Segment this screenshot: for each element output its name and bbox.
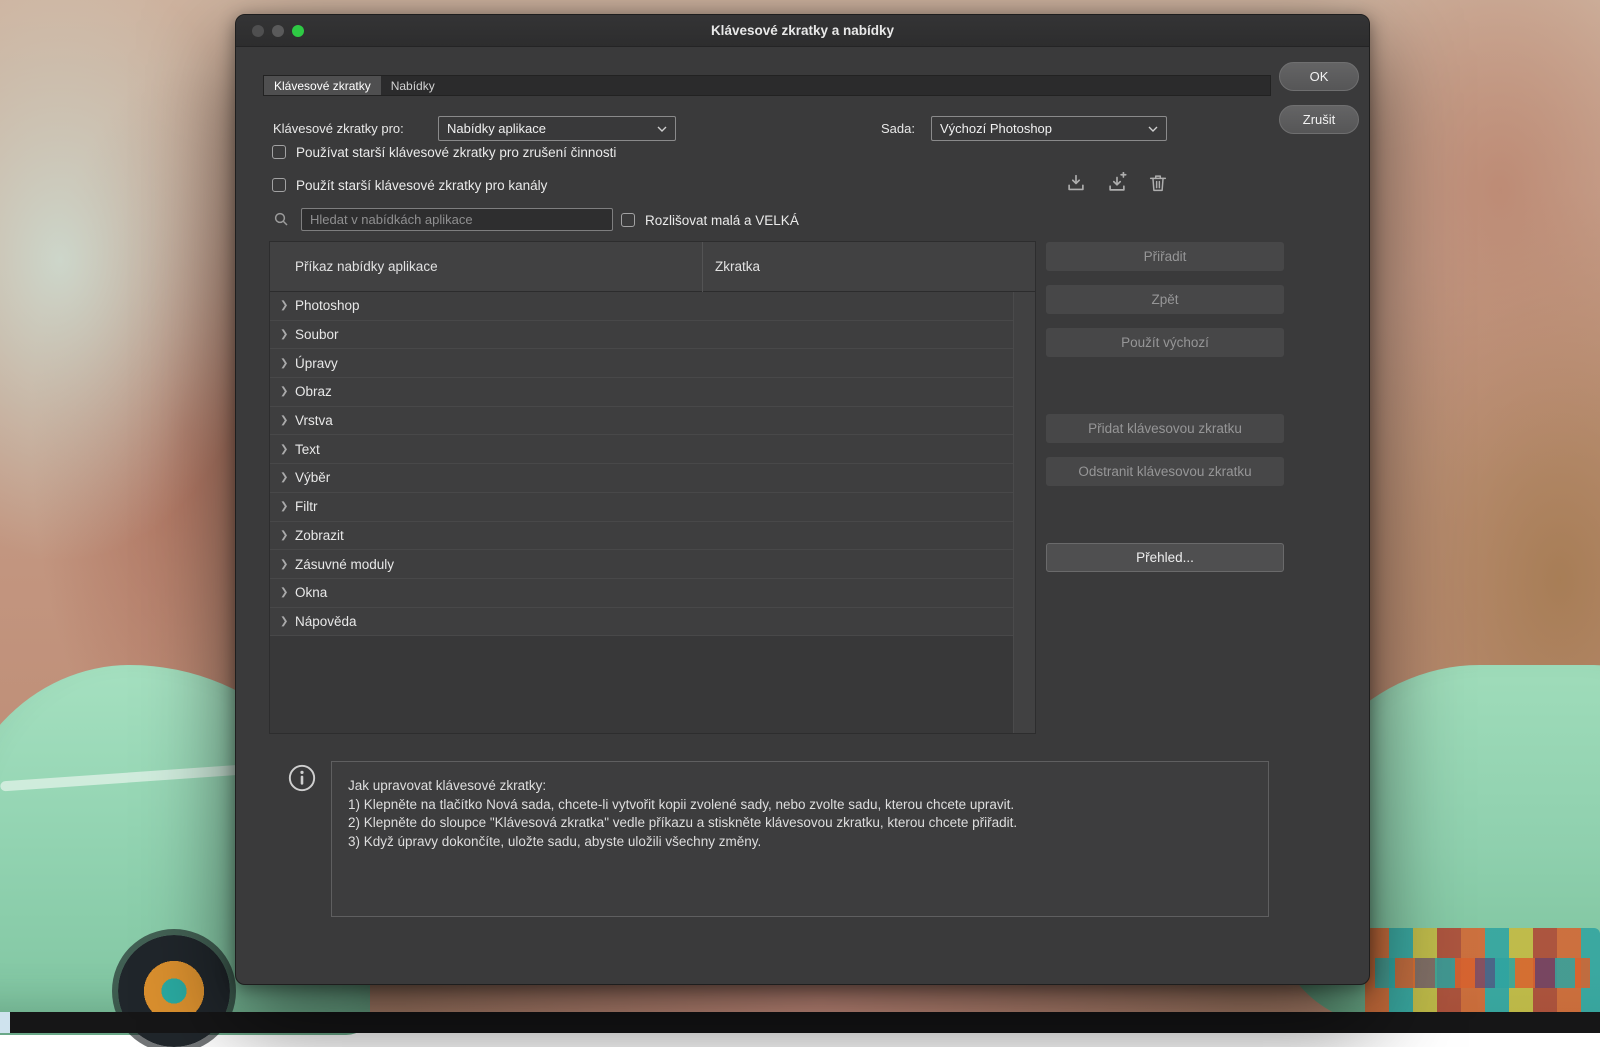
chevron-right-icon[interactable]: ❯ (280, 616, 295, 627)
cancel-button[interactable]: Zrušit (1279, 105, 1359, 134)
row-label: Text (295, 442, 320, 457)
chevron-right-icon[interactable]: ❯ (280, 300, 295, 311)
close-window-icon[interactable] (252, 25, 264, 37)
new-set-icon[interactable] (1064, 171, 1088, 195)
info-line: Jak upravovat klávesové zkratky: (348, 777, 1252, 796)
screen-bottom-accent (0, 1012, 10, 1033)
legacy-undo-checkbox[interactable] (272, 145, 286, 159)
shortcuts-for-dropdown[interactable]: Nabídky aplikace (438, 116, 676, 141)
set-actions (1064, 171, 1170, 195)
column-header-command: Příkaz nabídky aplikace (270, 259, 702, 274)
table-row[interactable]: ❯Soubor (270, 321, 1015, 350)
chevron-down-icon (1148, 126, 1158, 132)
table-row[interactable]: ❯Obraz (270, 378, 1015, 407)
row-label: Výběr (295, 470, 330, 485)
info-text: Jak upravovat klávesové zkratky:1) Klepn… (331, 761, 1269, 917)
search-input[interactable] (301, 208, 613, 231)
legacy-channels-row: Použít starší klávesové zkratky pro kaná… (272, 177, 547, 193)
legacy-channels-checkbox[interactable] (272, 178, 286, 192)
table-scrollbar[interactable] (1013, 292, 1035, 733)
undo-button[interactable]: Zpět (1046, 285, 1284, 314)
window-title: Klávesové zkratky a nabídky (711, 23, 894, 38)
tab-keyboard-shortcuts[interactable]: Klávesové zkratky (264, 76, 381, 95)
row-label: Okna (295, 585, 327, 600)
minimize-window-icon[interactable] (272, 25, 284, 37)
chevron-right-icon[interactable]: ❯ (280, 559, 295, 570)
delete-set-icon[interactable] (1146, 171, 1170, 195)
table-row[interactable]: ❯Vrstva (270, 407, 1015, 436)
shortcuts-for-value: Nabídky aplikace (447, 121, 546, 136)
row-label: Soubor (295, 327, 339, 342)
chevron-right-icon[interactable]: ❯ (280, 358, 295, 369)
save-set-icon[interactable] (1105, 171, 1129, 195)
chevron-right-icon[interactable]: ❯ (280, 329, 295, 340)
table-row[interactable]: ❯Zásuvné moduly (270, 550, 1015, 579)
screen-bottom-bar (0, 1012, 1600, 1033)
assign-button[interactable]: Přiřadit (1046, 242, 1284, 271)
use-default-button[interactable]: Použít výchozí (1046, 328, 1284, 357)
set-value: Výchozí Photoshop (940, 121, 1052, 136)
info-line: 2) Klepněte do sloupce "Klávesová zkratk… (348, 814, 1252, 833)
tab-bar: Klávesové zkratky Nabídky (263, 75, 1271, 96)
table-header: Příkaz nabídky aplikace Zkratka (270, 242, 1035, 292)
table-row[interactable]: ❯Výběr (270, 464, 1015, 493)
row-label: Filtr (295, 499, 318, 514)
row-label: Zásuvné moduly (295, 557, 394, 572)
summary-button[interactable]: Přehled... (1046, 543, 1284, 572)
menu-command-table: Příkaz nabídky aplikace Zkratka ❯Photosh… (269, 241, 1036, 734)
info-line: 3) Když úpravy dokončíte, uložte sadu, a… (348, 833, 1252, 852)
shortcuts-for-label: Klávesové zkratky pro: (273, 116, 404, 141)
row-label: Obraz (295, 384, 332, 399)
delete-shortcut-button[interactable]: Odstranit klávesovou zkratku (1046, 457, 1284, 486)
chevron-right-icon[interactable]: ❯ (280, 472, 295, 483)
table-row[interactable]: ❯Zobrazit (270, 522, 1015, 551)
zoom-window-icon[interactable] (292, 25, 304, 37)
column-header-shortcut: Zkratka (703, 259, 760, 274)
ok-button[interactable]: OK (1279, 62, 1359, 91)
table-row[interactable]: ❯Nápověda (270, 608, 1015, 637)
dialog-titlebar[interactable]: Klávesové zkratky a nabídky (236, 15, 1369, 47)
legacy-undo-row: Používat starší klávesové zkratky pro zr… (272, 144, 616, 160)
tab-menus[interactable]: Nabídky (381, 76, 445, 95)
info-icon (288, 764, 316, 792)
legacy-channels-label: Použít starší klávesové zkratky pro kaná… (296, 178, 547, 193)
info-line: 1) Klepněte na tlačítko Nová sada, chcet… (348, 796, 1252, 815)
tab-label: Klávesové zkratky (274, 79, 371, 93)
chevron-right-icon[interactable]: ❯ (280, 530, 295, 541)
traffic-lights (252, 25, 304, 37)
row-label: Úpravy (295, 356, 338, 371)
chevron-right-icon[interactable]: ❯ (280, 444, 295, 455)
tab-label: Nabídky (391, 79, 435, 93)
chevron-right-icon[interactable]: ❯ (280, 386, 295, 397)
set-dropdown[interactable]: Výchozí Photoshop (931, 116, 1167, 141)
add-shortcut-button[interactable]: Přidat klávesovou zkratku (1046, 414, 1284, 443)
table-row[interactable]: ❯Úpravy (270, 349, 1015, 378)
table-row[interactable]: ❯Text (270, 435, 1015, 464)
row-label: Vrstva (295, 413, 333, 428)
table-row[interactable]: ❯Okna (270, 579, 1015, 608)
table-row[interactable]: ❯Photoshop (270, 292, 1015, 321)
menu-command-list: ❯Photoshop❯Soubor❯Úpravy❯Obraz❯Vrstva❯Te… (270, 292, 1015, 733)
case-sensitive-row: Rozlišovat malá a VELKÁ (621, 210, 799, 230)
set-label: Sada: (881, 116, 915, 141)
wallpaper-mosaic-crate-row (1375, 958, 1590, 988)
legacy-undo-label: Používat starší klávesové zkratky pro zr… (296, 145, 616, 160)
row-label: Photoshop (295, 298, 360, 313)
row-label: Zobrazit (295, 528, 344, 543)
row-label: Nápověda (295, 614, 357, 629)
case-sensitive-checkbox[interactable] (621, 213, 635, 227)
search-icon (274, 212, 288, 226)
chevron-right-icon[interactable]: ❯ (280, 587, 295, 598)
chevron-right-icon[interactable]: ❯ (280, 415, 295, 426)
chevron-down-icon (657, 126, 667, 132)
table-row[interactable]: ❯Filtr (270, 493, 1015, 522)
keyboard-shortcuts-dialog: Klávesové zkratky a nabídky Klávesové zk… (235, 14, 1370, 985)
chevron-right-icon[interactable]: ❯ (280, 501, 295, 512)
case-sensitive-label: Rozlišovat malá a VELKÁ (645, 213, 799, 228)
